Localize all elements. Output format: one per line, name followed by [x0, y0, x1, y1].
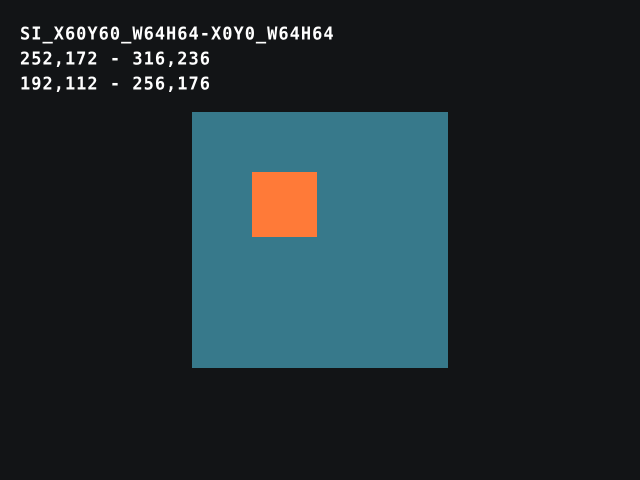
outer-teal-rectangle: [192, 112, 448, 368]
outer-rect-coords-label: 192,112 - 256,176: [20, 74, 211, 95]
display-canvas: SI_X60Y60_W64H64-X0Y0_W64H64 252,172 - 3…: [0, 0, 640, 480]
test-name-label: SI_X60Y60_W64H64-X0Y0_W64H64: [20, 24, 335, 45]
inner-rect-coords-label: 252,172 - 316,236: [20, 49, 211, 70]
inner-orange-square: [252, 172, 317, 237]
